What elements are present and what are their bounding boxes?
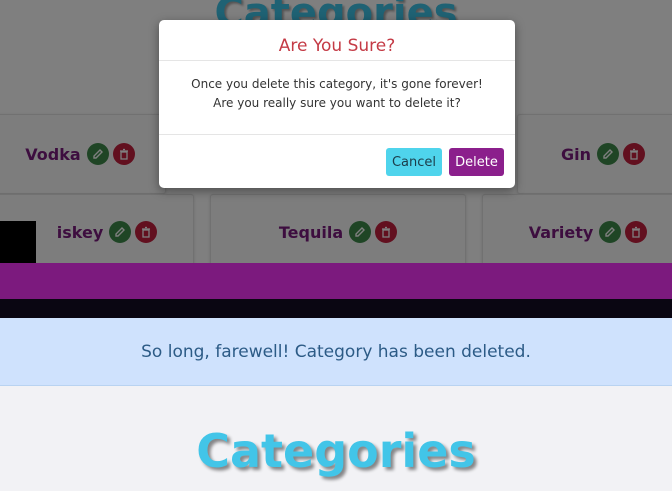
modal-header: Are You Sure? [159,20,515,61]
background-page: Categories Vodka Gin iskey Tequila [0,0,672,263]
success-alert: So long, farewell! Category has been del… [0,318,672,386]
navbar [0,263,672,299]
black-patch [0,221,36,263]
modal-message-line-1: Once you delete this category, it's gone… [191,77,483,91]
alert-message: So long, farewell! Category has been del… [141,341,531,362]
modal-title: Are You Sure? [278,36,396,56]
modal-body: Once you delete this category, it's gone… [159,61,515,135]
page-title: Categories [196,424,476,478]
cancel-button[interactable]: Cancel [386,148,442,176]
modal-message-line-2: Are you really sure you want to delete i… [213,96,461,110]
modal-footer: Cancel Delete [386,148,504,176]
delete-button[interactable]: Delete [449,148,504,176]
confirm-delete-modal: Are You Sure? Once you delete this categ… [159,20,515,188]
dark-band [0,299,672,318]
